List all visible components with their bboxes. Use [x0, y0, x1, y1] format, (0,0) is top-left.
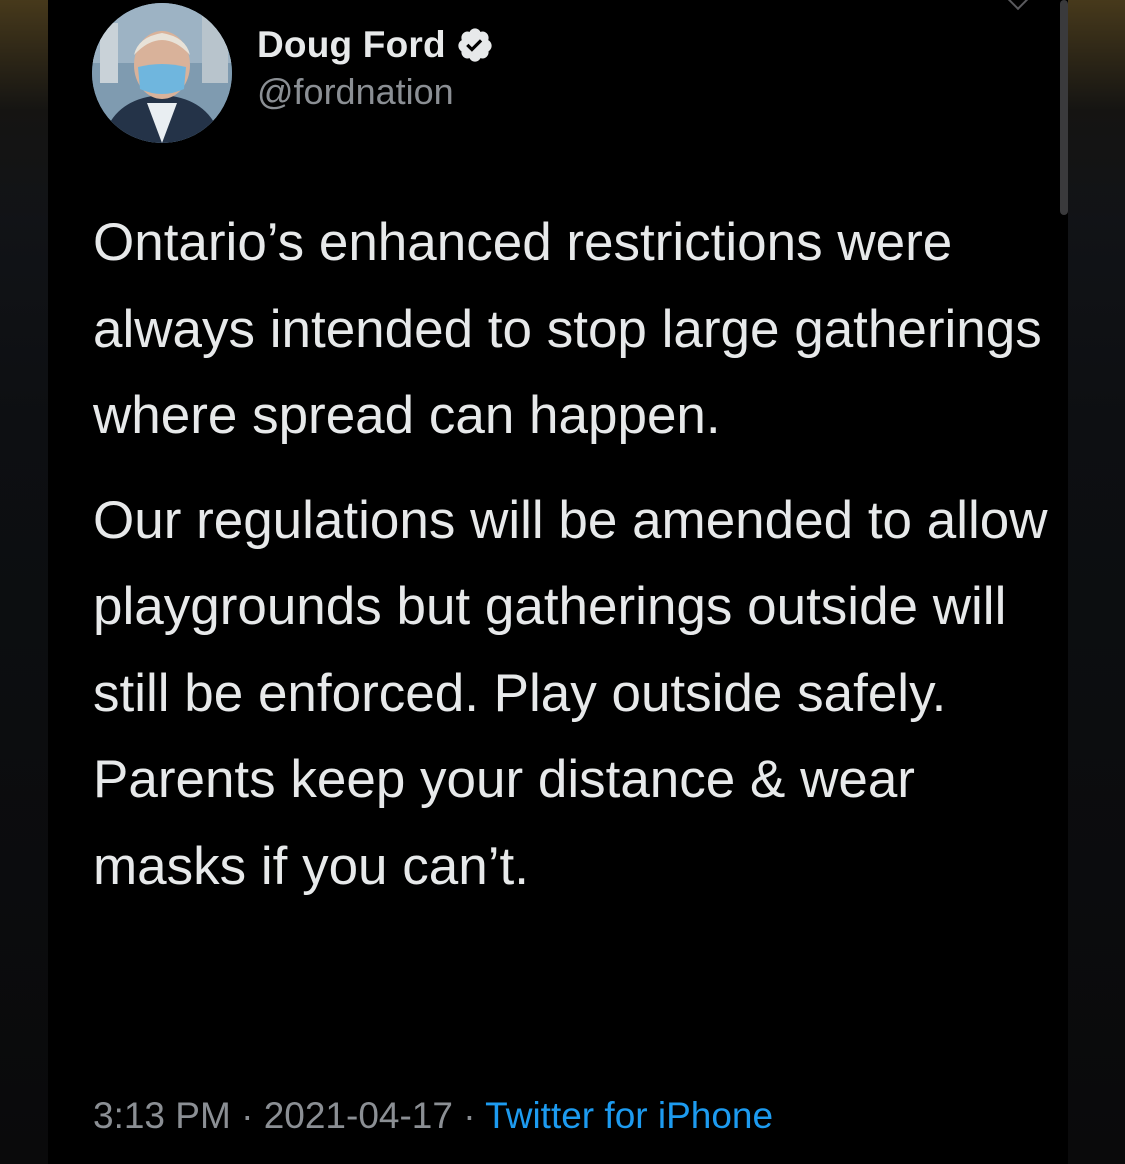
tweet-body: Ontario’s enhanced restrictions were alw… — [93, 200, 1053, 910]
author-name-row[interactable]: Doug Ford — [257, 22, 494, 68]
tweet-time: 3:13 PM — [93, 1095, 231, 1136]
tweet-date: 2021-04-17 — [263, 1095, 453, 1136]
meta-separator: · — [230, 1095, 264, 1136]
tweet-metadata: 3:13 PM · 2021-04-17 · Twitter for iPhon… — [93, 1095, 773, 1137]
meta-separator: · — [452, 1095, 486, 1136]
author-name[interactable]: Doug Ford — [257, 24, 446, 66]
scrollbar[interactable] — [1060, 0, 1068, 215]
tweet-paragraph-2: Our regulations will be amended to allow… — [93, 490, 1048, 896]
verified-badge-icon — [458, 28, 492, 62]
avatar[interactable] — [92, 3, 232, 143]
tweet-source-link[interactable]: Twitter for iPhone — [485, 1095, 773, 1136]
author-handle[interactable]: @fordnation — [257, 71, 454, 113]
tweet-paragraph-1: Ontario’s enhanced restrictions were alw… — [93, 213, 1042, 445]
